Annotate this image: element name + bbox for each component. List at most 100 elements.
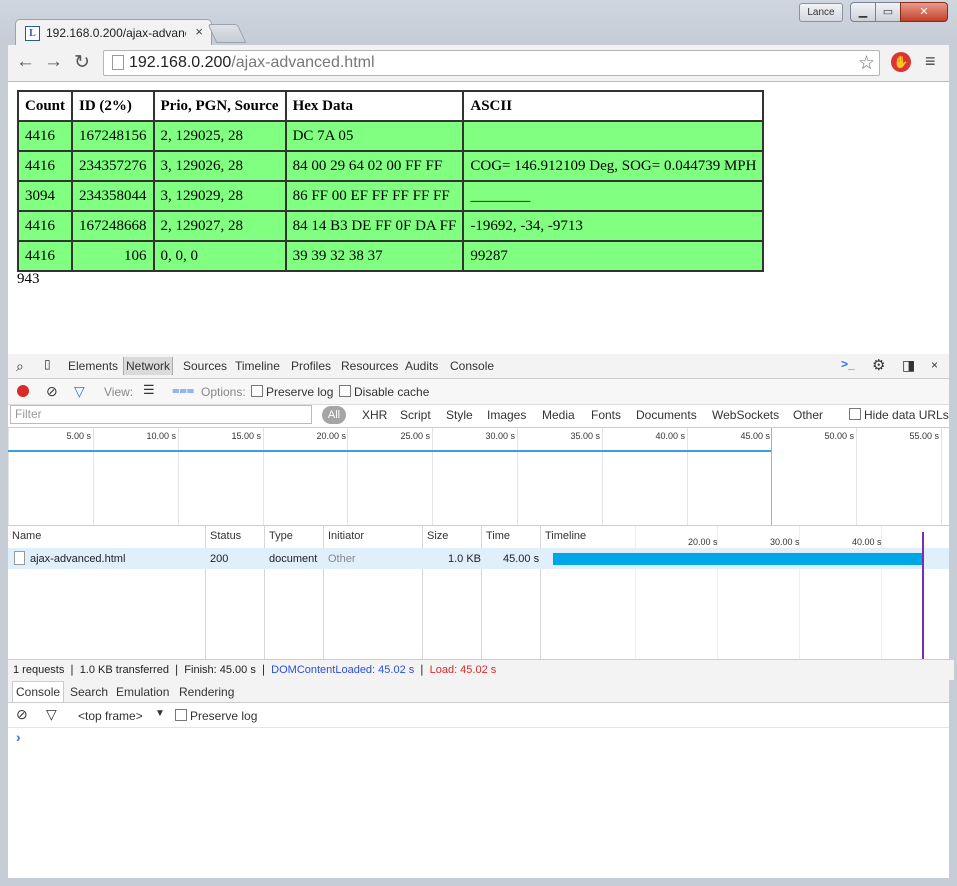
large-rows-icon[interactable]: ☰ xyxy=(143,382,155,398)
address-bar[interactable]: 192.168.0.200/ajax-advanced.html ☆ xyxy=(103,50,880,76)
checkbox-icon[interactable] xyxy=(251,385,263,397)
table-cell: 106 xyxy=(71,240,155,272)
col-timeline[interactable]: Timeline xyxy=(545,530,586,542)
tab-resources[interactable]: Resources xyxy=(341,359,398,373)
console-drawer-icon[interactable]: >_ xyxy=(841,357,855,371)
filter-funnel-icon[interactable]: ▽ xyxy=(74,383,85,400)
frame-selector[interactable]: <top frame> xyxy=(78,709,143,723)
timeline-tick: 40.00 s xyxy=(852,537,882,547)
settings-gear-icon[interactable]: ⚙ xyxy=(872,356,885,374)
table-row: 4416 167248156 2, 129025, 28 DC 7A 05 xyxy=(16,120,765,152)
console-filter-icon[interactable]: ▽ xyxy=(46,706,57,723)
filter-bar: Filter All XHR Script Style Images Media… xyxy=(8,405,949,428)
checkbox-icon[interactable] xyxy=(175,709,187,721)
overview-icon[interactable]: ⩶ xyxy=(172,382,194,398)
tab-audits[interactable]: Audits xyxy=(405,359,438,373)
tab-elements[interactable]: Elements xyxy=(68,359,118,373)
filter-websockets[interactable]: WebSockets xyxy=(712,408,779,422)
overview-load-line xyxy=(771,428,772,525)
table-cell: 167248156 xyxy=(71,120,155,152)
request-size: 1.0 KB xyxy=(448,553,482,565)
filter-other[interactable]: Other xyxy=(793,408,823,422)
drawer-tab-rendering[interactable]: Rendering xyxy=(179,685,234,699)
table-cell: 86 FF 00 EF FF FF FF FF xyxy=(284,180,465,212)
tab-title: 192.168.0.200/ajax-advanced xyxy=(46,26,186,40)
close-window-button[interactable]: ✕ xyxy=(900,2,948,22)
filter-all-button[interactable]: All xyxy=(322,406,346,424)
drawer-tab-emulation[interactable]: Emulation xyxy=(116,685,169,699)
request-row[interactable]: ajax-advanced.html 200 document Other 1.… xyxy=(8,548,949,569)
minimize-button[interactable]: ▁ xyxy=(850,2,876,22)
filter-style[interactable]: Style xyxy=(446,408,473,422)
gridline xyxy=(941,428,942,525)
request-name[interactable]: ajax-advanced.html xyxy=(30,553,125,565)
col-size[interactable]: Size xyxy=(427,530,448,542)
checkbox-icon[interactable] xyxy=(339,385,351,397)
browser-tab[interactable]: L 192.168.0.200/ajax-advanced × xyxy=(15,19,212,47)
filter-documents[interactable]: Documents xyxy=(636,408,697,422)
extension-stop-icon[interactable]: ✋ xyxy=(891,52,911,72)
tab-console[interactable]: Console xyxy=(450,359,494,373)
close-tab-icon[interactable]: × xyxy=(195,24,203,39)
tab-profiles[interactable]: Profiles xyxy=(291,359,331,373)
hide-data-urls-checkbox[interactable]: Hide data URLs xyxy=(849,408,949,422)
devtools-panel: ⌕ ▯ Elements Network Sources Timeline Pr… xyxy=(8,354,954,878)
checkbox-icon[interactable] xyxy=(849,408,861,420)
document-icon xyxy=(14,551,25,565)
table-cell: 84 14 B3 DE FF 0F DA FF xyxy=(284,210,465,242)
col-name[interactable]: Name xyxy=(12,530,41,542)
drawer-tabs: Console Search Emulation Rendering xyxy=(8,680,949,703)
table-cell: 167248668 xyxy=(71,210,155,242)
device-mode-icon[interactable]: ▯ xyxy=(44,357,51,371)
profile-button[interactable]: Lance xyxy=(799,3,843,22)
close-devtools-icon[interactable]: × xyxy=(931,358,938,372)
clear-icon[interactable]: ⊘ xyxy=(46,383,58,400)
tab-sources[interactable]: Sources xyxy=(183,359,227,373)
filter-images[interactable]: Images xyxy=(487,408,526,422)
table-header-1: ID (2%) xyxy=(71,90,155,122)
drawer-tab-search[interactable]: Search xyxy=(70,685,108,699)
filter-script[interactable]: Script xyxy=(400,408,431,422)
table-cell: 3, 129026, 28 xyxy=(152,150,287,182)
back-icon[interactable]: ← xyxy=(16,51,35,73)
dock-side-icon[interactable]: ◨ xyxy=(902,357,915,374)
tab-timeline[interactable]: Timeline xyxy=(235,359,280,373)
table-cell: 4416 xyxy=(16,120,74,152)
new-tab-button[interactable] xyxy=(207,24,247,43)
disable-cache-label: Disable cache xyxy=(354,385,430,399)
disable-cache-checkbox[interactable]: Disable cache xyxy=(339,385,429,399)
request-type: document xyxy=(269,553,318,565)
reload-icon[interactable]: ↻ xyxy=(74,51,90,74)
clear-console-icon[interactable]: ⊘ xyxy=(16,706,28,723)
filter-media[interactable]: Media xyxy=(542,408,575,422)
timeline-gridline xyxy=(799,526,800,659)
menu-icon[interactable]: ≡ xyxy=(925,51,936,72)
table-row: 4416 167248668 2, 129027, 28 84 14 B3 DE FF… xyxy=(16,210,765,242)
url-text[interactable]: 192.168.0.200/ajax-advanced.html xyxy=(129,54,375,72)
bookmark-star-icon[interactable]: ☆ xyxy=(858,52,875,75)
filter-fonts[interactable]: Fonts xyxy=(591,408,621,422)
record-icon[interactable] xyxy=(17,385,29,397)
filter-xhr[interactable]: XHR xyxy=(362,408,387,422)
inspect-search-icon[interactable]: ⌕ xyxy=(16,358,24,375)
console-prompt[interactable]: › xyxy=(16,729,21,745)
status-separator: ❘ xyxy=(414,664,430,676)
filter-input[interactable]: Filter xyxy=(10,405,312,424)
col-initiator[interactable]: Initiator xyxy=(328,530,364,542)
forward-icon[interactable]: → xyxy=(44,51,63,73)
chevron-down-icon[interactable]: ▼ xyxy=(155,708,165,719)
col-type[interactable]: Type xyxy=(269,530,293,542)
load-event-line xyxy=(922,532,924,659)
maximize-button[interactable]: ▭ xyxy=(875,2,901,22)
preserve-log-checkbox[interactable]: Preserve log xyxy=(251,385,333,399)
table-cell: 39 39 32 38 37 xyxy=(284,240,465,272)
table-header-4: ASCII xyxy=(462,90,765,122)
network-overview[interactable]: 5.00 s 10.00 s 15.00 s 20.00 s 25.00 s 3… xyxy=(8,428,949,526)
col-time[interactable]: Time xyxy=(486,530,510,542)
table-cell: 3094 xyxy=(16,180,74,212)
drawer-tab-console[interactable]: Console xyxy=(12,681,65,702)
console-preserve-log-checkbox[interactable]: Preserve log xyxy=(175,709,257,723)
tab-network[interactable]: Network xyxy=(123,357,174,375)
col-status[interactable]: Status xyxy=(210,530,241,542)
gridline xyxy=(432,428,433,525)
